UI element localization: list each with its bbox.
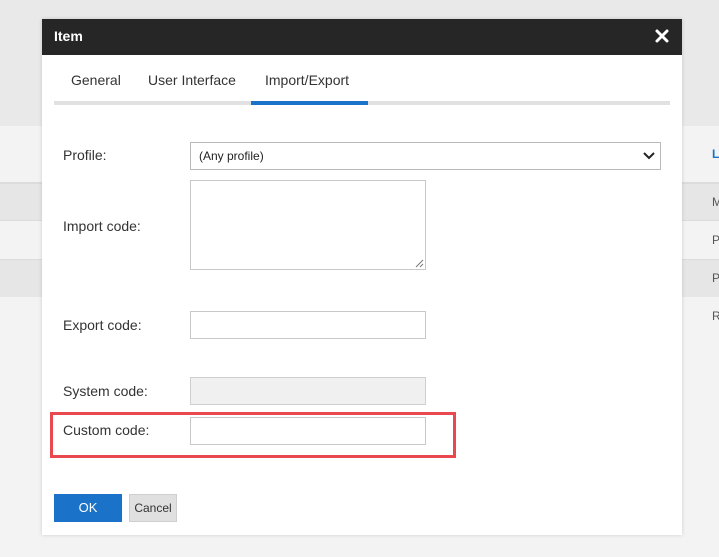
export-code-input[interactable]	[190, 311, 426, 339]
cancel-button[interactable]: Cancel	[129, 494, 177, 522]
active-tab-indicator	[251, 101, 368, 105]
background-row-text: R	[712, 309, 719, 323]
tab-general[interactable]: General	[71, 72, 121, 88]
close-icon	[655, 29, 669, 43]
resize-grip-icon[interactable]	[415, 259, 424, 268]
highlight-box	[50, 412, 456, 458]
export-code-label: Export code:	[63, 317, 142, 333]
profile-select[interactable]: (Any profile)	[190, 142, 661, 170]
background-row-text: P	[712, 271, 719, 285]
chevron-down-icon	[643, 152, 655, 160]
close-button[interactable]	[654, 27, 670, 45]
dialog-titlebar: Item	[42, 19, 682, 55]
import-code-label: Import code:	[63, 218, 141, 234]
ok-button[interactable]: OK	[54, 494, 122, 522]
background-link[interactable]: L	[712, 147, 719, 161]
profile-select-value: (Any profile)	[199, 149, 264, 163]
system-code-label: System code:	[63, 383, 148, 399]
tab-bar: General User Interface Import/Export	[54, 63, 670, 105]
tab-import-export[interactable]: Import/Export	[265, 72, 349, 88]
profile-label: Profile:	[63, 147, 107, 163]
dialog-title: Item	[54, 28, 83, 44]
background-row-text: P	[712, 233, 719, 247]
background-row-text: M	[712, 195, 719, 209]
import-code-textarea[interactable]	[190, 180, 426, 270]
system-code-input	[190, 377, 426, 405]
tab-user-interface[interactable]: User Interface	[148, 72, 236, 88]
